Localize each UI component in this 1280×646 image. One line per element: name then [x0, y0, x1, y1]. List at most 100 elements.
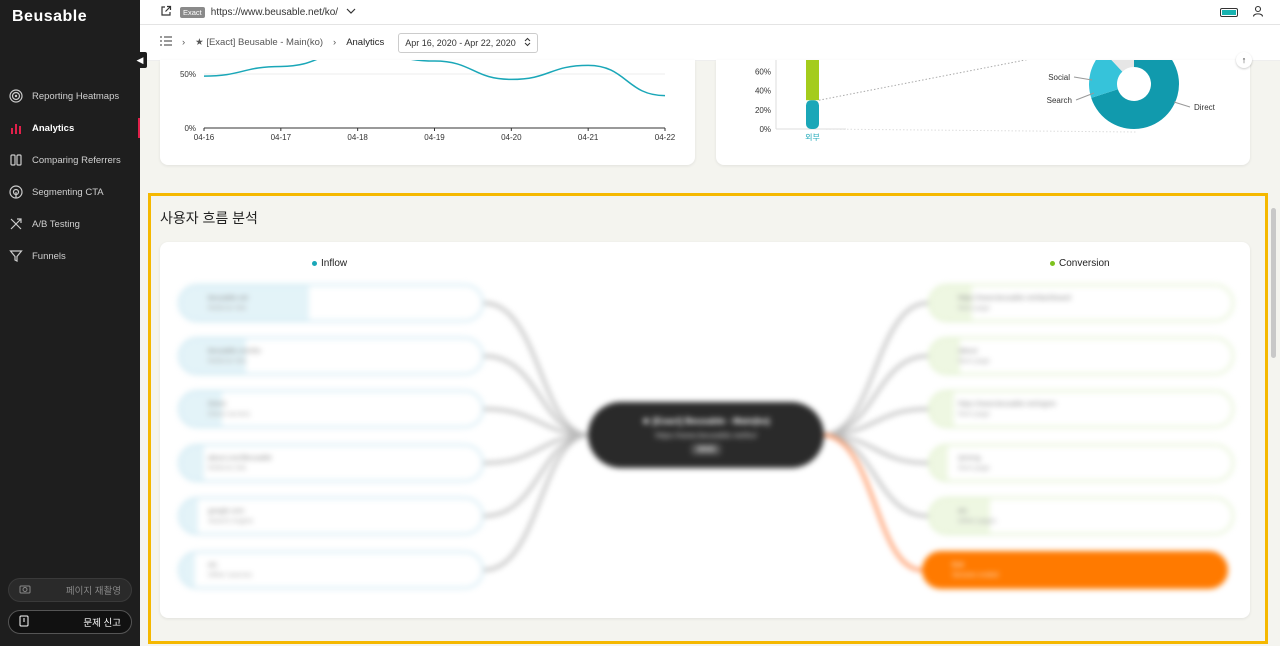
referrer-bar-chart: 0%20%40%60%80%외부DirectSearchSocial: [755, 60, 1216, 142]
conversion-node-sub: Next page: [958, 357, 990, 365]
inflow-share-bar: [180, 339, 246, 373]
date-range-value: Apr 16, 2020 - Apr 22, 2020: [405, 37, 516, 48]
inflow-connector: [483, 354, 591, 437]
match-type-badge: Exact: [180, 6, 205, 18]
x-tick-label: 04-22: [655, 133, 676, 142]
recapture-page-button[interactable]: 페이지 재촬영: [8, 578, 132, 602]
recapture-label: 페이지 재촬영: [65, 586, 121, 597]
conversion-node-title: /about: [958, 347, 978, 355]
conversion-share-bar: [930, 339, 960, 373]
sidebar: Beusable Reporting Heatmaps Analytics Co…: [0, 0, 140, 646]
user-icon[interactable]: [1252, 5, 1264, 20]
inflow-node-sub: Other sources: [208, 571, 252, 579]
inflow-node-sub: Search engine: [208, 517, 254, 525]
inflow-node[interactable]: beusable.net Referrer link: [178, 284, 484, 322]
inflow-node[interactable]: about.com/Beusable Referrer link: [178, 444, 484, 482]
breadcrumb-site[interactable]: ★ [Exact] Beusable - Main(ko): [195, 37, 323, 48]
sidebar-item-funnels[interactable]: Funnels: [0, 240, 140, 272]
connector-line: [818, 128, 1137, 133]
inflow-node[interactable]: etc Other sources: [178, 551, 484, 589]
sidebar-item-reporting-heatmaps[interactable]: Reporting Heatmaps: [0, 80, 140, 112]
bar-segment: [806, 60, 819, 101]
section-title: 사용자 흐름 분석: [160, 210, 258, 226]
conversion-node-title: https://www.beusable.net/signin: [958, 400, 1057, 408]
current-page-node[interactable]: ★ [Exact] Beusable - Main(ko) https://ww…: [588, 402, 824, 468]
exit-title: Exit: [952, 561, 964, 569]
exit-sub: Session ended: [952, 571, 999, 579]
inflow-share-bar: [180, 286, 309, 320]
inflow-node[interactable]: beusable.com/ko Referrer link: [178, 337, 484, 375]
conversion-node-sub: Other pages: [958, 517, 997, 525]
report-issue-button[interactable]: 문제 신고: [8, 610, 132, 634]
sidebar-item-ab-testing[interactable]: A/B Testing: [0, 208, 140, 240]
inflow-node-title: beusable.net: [208, 294, 249, 302]
sidebar-item-comparing-referrers[interactable]: Comparing Referrers: [0, 144, 140, 176]
y-tick-label: 20%: [755, 106, 771, 115]
inflow-node-sub: Referrer link: [208, 464, 247, 472]
menu-icon[interactable]: [160, 36, 172, 49]
conversion-share-bar: [930, 392, 954, 426]
conversion-connector: [821, 301, 929, 437]
x-tick-label: 04-19: [424, 133, 445, 142]
scroll-up-icon[interactable]: ↑: [1236, 52, 1252, 68]
inflow-node-sub: Referrer link: [208, 357, 247, 365]
collapse-sidebar-icon[interactable]: ◀: [133, 52, 147, 68]
conversion-node[interactable]: https://www.beusable.net/dashboard Next p…: [928, 284, 1234, 322]
inflow-node[interactable]: Direct Direct access: [178, 390, 484, 428]
label-leader: [1073, 76, 1093, 81]
x-tick-label: 04-17: [271, 133, 292, 142]
topbar-actions: [1220, 5, 1264, 20]
conversion-node-title: etc: [958, 507, 968, 515]
sidebar-item-analytics[interactable]: Analytics: [0, 112, 140, 144]
daily-visits-chart-card: 0% 50% 04-16 04-17 04-18 04-19 04-20 04-21 04-22: [160, 60, 695, 165]
inflow-share-bar: [180, 499, 198, 533]
page-scrollbar[interactable]: [1271, 208, 1276, 358]
slice-label: Direct: [1194, 103, 1216, 112]
y-tick-label: 40%: [755, 87, 771, 96]
sidebar-item-label: Analytics: [32, 122, 75, 134]
battery-icon: [1220, 8, 1238, 17]
inflow-node-title: google.com: [208, 507, 245, 515]
conversion-node[interactable]: etc Other pages: [928, 497, 1234, 535]
inflow-node-sub: Referrer link: [208, 304, 247, 312]
sidebar-item-label: A/B Testing: [32, 218, 80, 230]
label-leader: [1173, 101, 1191, 108]
conversion-node-sub: Next page: [958, 410, 990, 418]
inflow-share-bar: [180, 392, 222, 426]
breadcrumb-page[interactable]: Analytics: [346, 37, 384, 48]
y-tick-label: 50%: [180, 70, 196, 79]
chevron-right-icon: ›: [182, 37, 186, 48]
conversion-node[interactable]: /pricing Next page: [928, 444, 1234, 482]
chevron-down-icon[interactable]: [346, 7, 356, 18]
inflow-node[interactable]: google.com Search engine: [178, 497, 484, 535]
y-tick-label: 0%: [759, 125, 771, 134]
conversion-node-sub: Next page: [958, 464, 990, 472]
report-label: 문제 신고: [83, 618, 121, 629]
daily-line-chart: 0% 50% 04-16 04-17 04-18 04-19 04-20 04-21 04-22: [180, 60, 676, 142]
conversion-node[interactable]: /about Next page: [928, 337, 1234, 375]
brand-logo[interactable]: Beusable: [12, 8, 87, 26]
camera-icon: [19, 584, 31, 597]
x-tick-label: 04-18: [347, 133, 368, 142]
inflow-connector: [483, 433, 591, 518]
inflow-node-sub: Direct access: [208, 410, 251, 418]
referrer-chart-card: 0%20%40%60%80%외부DirectSearchSocial: [716, 60, 1250, 165]
x-tick-label: 외부: [805, 132, 820, 142]
report-icon: [19, 615, 29, 630]
url-bar: Exact https://www.beusable.net/ko/: [140, 0, 1280, 25]
sidebar-item-label: Segmenting CTA: [32, 186, 104, 198]
sidebar-item-label: Comparing Referrers: [32, 154, 121, 166]
inflow-node-title: about.com/Beusable: [208, 454, 272, 462]
conversion-share-bar: [930, 446, 948, 480]
sidebar-item-label: Reporting Heatmaps: [32, 90, 120, 102]
conversion-node[interactable]: https://www.beusable.net/signin Next page: [928, 390, 1234, 428]
date-range-picker[interactable]: Apr 16, 2020 - Apr 22, 2020: [398, 32, 538, 53]
sidebar-item-segmenting-cta[interactable]: Segmenting CTA: [0, 176, 140, 208]
external-link-icon[interactable]: [160, 5, 172, 20]
current-page-url: https://www.beusable.net/ko/: [655, 430, 757, 440]
x-tick-label: 04-21: [578, 133, 599, 142]
segment-icon: [8, 184, 24, 200]
x-tick-label: 04-20: [501, 133, 522, 142]
inflow-node-title: etc: [208, 561, 218, 569]
exit-node[interactable]: Exit Session ended: [922, 551, 1228, 589]
